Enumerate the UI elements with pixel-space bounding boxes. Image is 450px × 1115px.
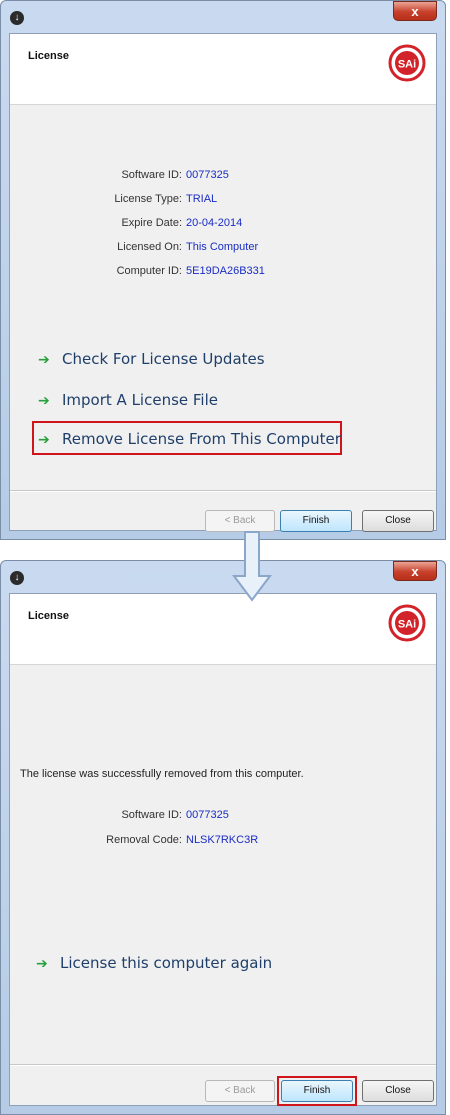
link-label: License this computer again [60,954,273,972]
logo-text: SAi [398,59,416,71]
info-value: NLSK7RKC3R [186,834,259,846]
finish-button[interactable]: Finish [280,510,352,532]
info-value: 0077325 [186,809,229,821]
info-label: License Type: [114,193,182,205]
info-row-removal-code: Removal Code: NLSK7RKC3R [106,834,259,846]
green-arrow-icon: ➔ [38,432,50,448]
info-label: Software ID: [121,169,182,181]
green-arrow-icon: ➔ [38,352,50,368]
link-label: Check For License Updates [62,350,265,368]
app-icon[interactable]: ↓ [10,571,24,585]
flow-down-arrow-icon [232,531,272,602]
dialog-client-area: License SAi The license was successfully… [9,593,437,1106]
success-message: The license was successfully removed fro… [20,768,304,780]
info-label: Removal Code: [106,834,182,846]
window-close-button[interactable]: x [393,1,437,21]
license-computer-again-link[interactable]: ➔ License this computer again [36,954,272,972]
info-value: 0077325 [186,169,229,181]
page-title: License [28,50,69,62]
info-row-licensed-on: Licensed On: This Computer [117,241,259,253]
info-value: This Computer [186,241,259,253]
sai-logo: SAi [388,604,426,642]
check-license-updates-link[interactable]: ➔ Check For License Updates [38,350,265,368]
info-row-expire-date: Expire Date: 20-04-2014 [121,217,243,229]
back-button[interactable]: < Back [205,510,275,532]
window-close-button[interactable]: x [393,561,437,581]
sai-logo: SAi [388,44,426,82]
info-label: Licensed On: [117,241,182,253]
finish-button[interactable]: Finish [281,1080,353,1102]
page-title: License [28,610,69,622]
license-window-before: ↓ x License SAi Software ID: 0077325 Lic… [0,0,446,540]
close-button[interactable]: Close [362,1080,434,1102]
green-arrow-icon: ➔ [38,393,50,409]
info-label: Expire Date: [121,217,182,229]
logo-text: SAi [398,619,416,631]
info-row-software-id: Software ID: 0077325 [121,809,229,821]
back-button[interactable]: < Back [205,1080,275,1102]
info-label: Software ID: [121,809,182,821]
info-value: TRIAL [186,193,218,205]
app-icon[interactable]: ↓ [10,11,24,25]
close-button[interactable]: Close [362,510,434,532]
dialog-client-area: License SAi Software ID: 0077325 License… [9,33,437,532]
info-value: 20-04-2014 [186,217,243,229]
link-label: Remove License From This Computer [62,430,341,448]
link-label: Import A License File [62,391,218,409]
license-window-after: ↓ x License SAi The license was successf… [0,560,446,1115]
info-label: Computer ID: [116,265,182,277]
title-bar[interactable]: ↓ x [1,561,445,593]
info-row-computer-id: Computer ID: 5E19DA26B331 [117,265,265,277]
info-value: 5E19DA26B331 [186,265,265,277]
remove-license-link[interactable]: ➔ Remove License From This Computer [38,430,341,448]
import-license-file-link[interactable]: ➔ Import A License File [38,391,218,409]
info-row-license-type: License Type: TRIAL [114,193,218,205]
info-row-software-id: Software ID: 0077325 [121,169,229,181]
dialog-header: License SAi [10,594,436,665]
footer-separator [10,1064,436,1066]
green-arrow-icon: ➔ [36,956,48,972]
footer-separator [10,490,436,492]
title-bar[interactable]: ↓ x [1,1,445,33]
dialog-header: License SAi [10,34,436,105]
